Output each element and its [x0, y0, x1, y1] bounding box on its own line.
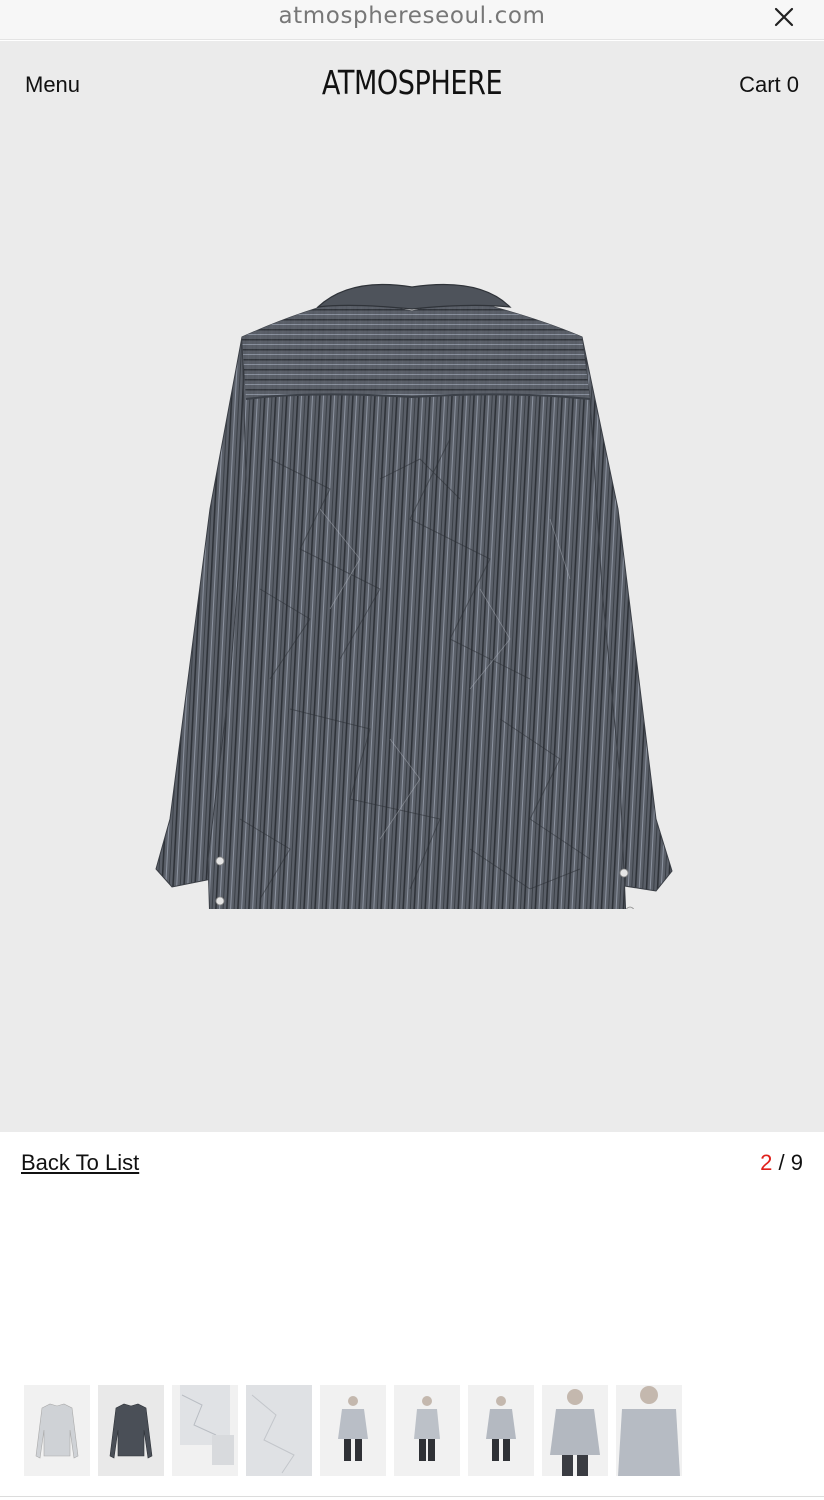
thumbnail-2[interactable]: [98, 1385, 164, 1476]
close-icon: [774, 7, 794, 27]
thumbnail-3[interactable]: [172, 1385, 238, 1476]
thumbnail-1[interactable]: [24, 1385, 90, 1476]
product-image[interactable]: [150, 259, 680, 909]
menu-button[interactable]: Menu: [25, 72, 80, 98]
thumbnail-strip: [24, 1385, 682, 1476]
image-counter: 2 / 9: [760, 1150, 803, 1176]
close-button[interactable]: [769, 2, 799, 32]
browser-url-bar: atmosphereseoul.com: [0, 0, 824, 40]
current-image-number: 2: [760, 1150, 773, 1175]
thumbnail-8[interactable]: [542, 1385, 608, 1476]
thumbnail-6[interactable]: [394, 1385, 460, 1476]
total-image-count: 9: [790, 1150, 803, 1175]
thumbnail-9[interactable]: [616, 1385, 682, 1476]
thumbnail-7[interactable]: [468, 1385, 534, 1476]
thumbnail-5[interactable]: [320, 1385, 386, 1476]
product-hero: Menu ATMOSPHERE Cart 0: [0, 41, 824, 1132]
brand-logo[interactable]: ATMOSPHERE: [74, 63, 750, 102]
thumbnail-4[interactable]: [246, 1385, 312, 1476]
bottom-divider: [0, 1496, 824, 1497]
cart-button[interactable]: Cart 0: [739, 72, 799, 98]
counter-separator: /: [778, 1150, 785, 1175]
back-to-list-link[interactable]: Back To List: [21, 1150, 139, 1176]
url-text[interactable]: atmosphereseoul.com: [0, 3, 824, 29]
